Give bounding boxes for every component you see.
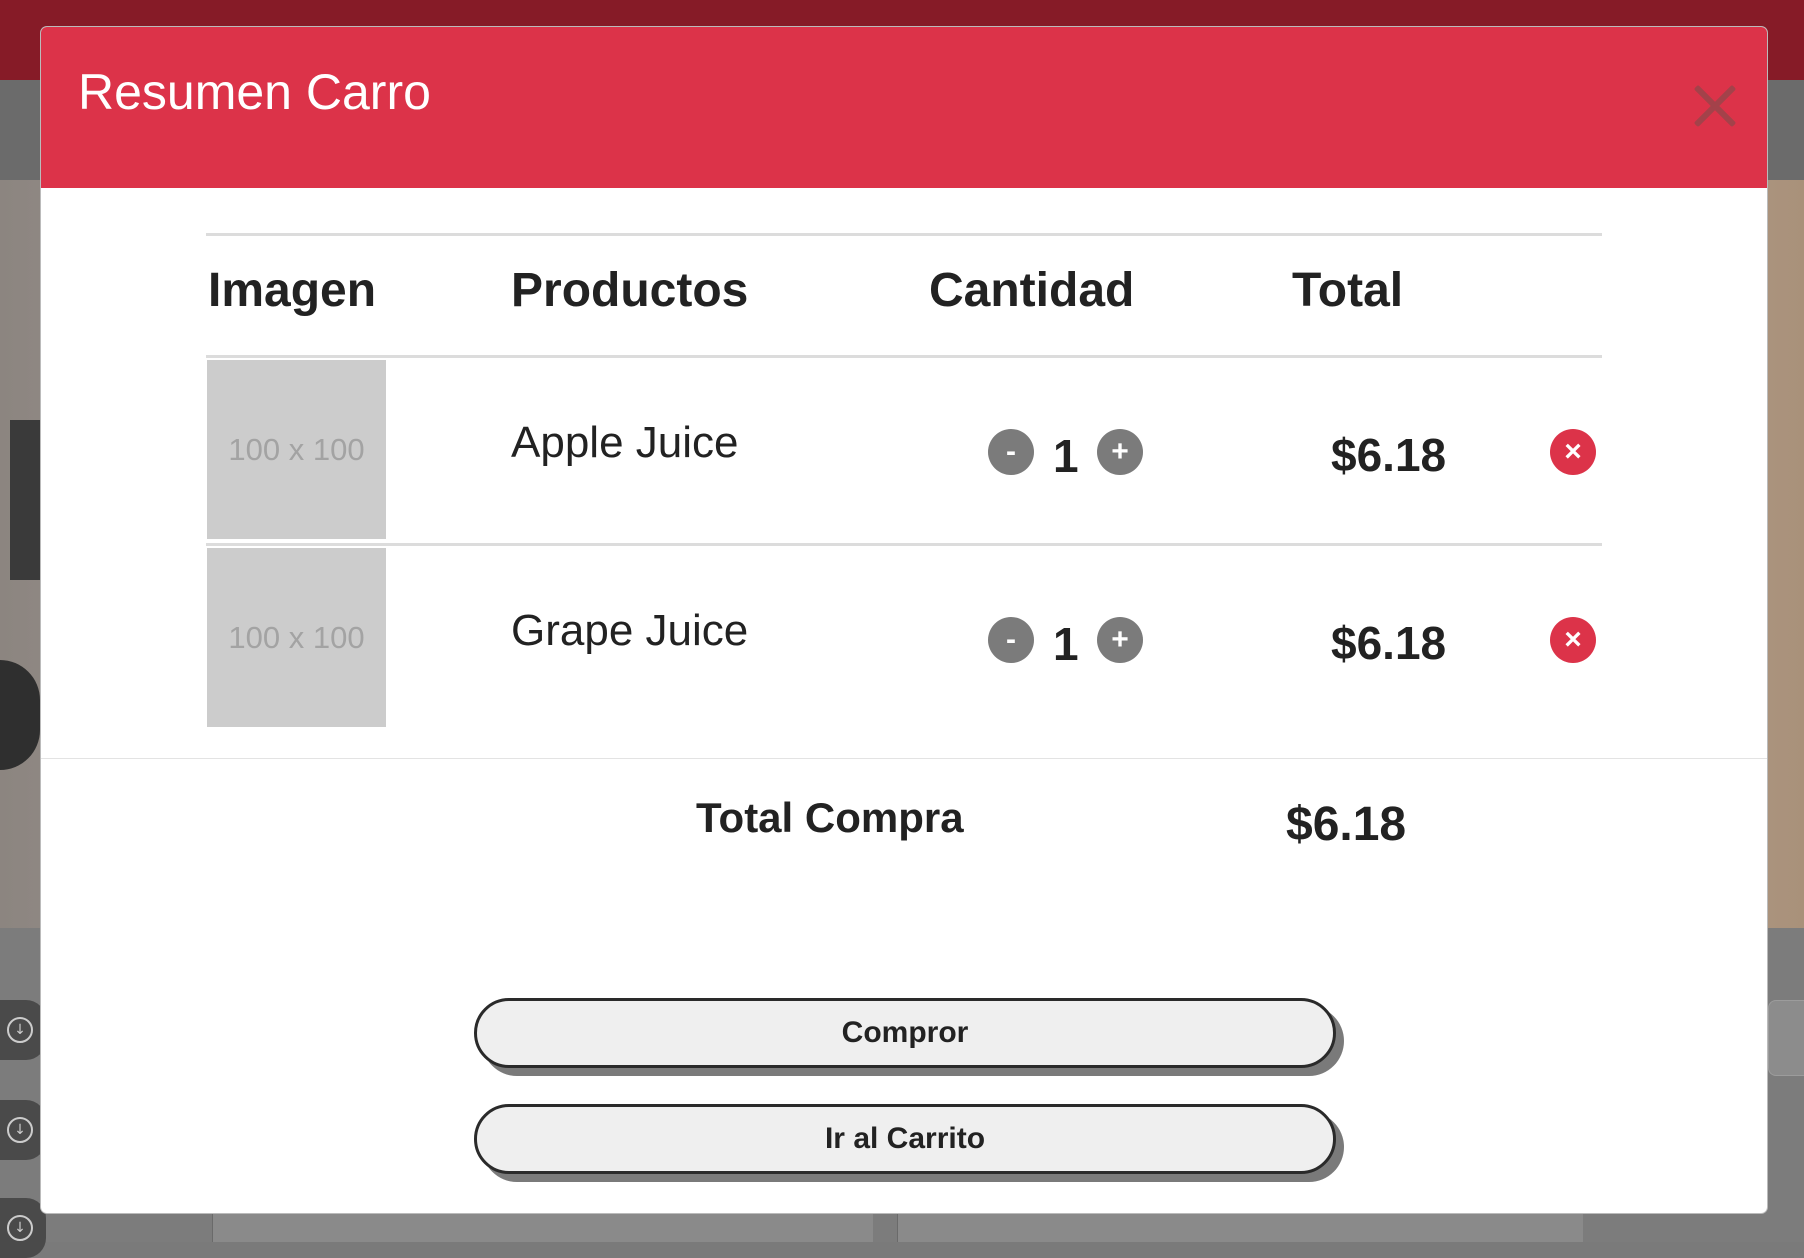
product-name: Apple Juice	[511, 418, 739, 467]
buy-button[interactable]: Compror	[474, 998, 1336, 1068]
cart-summary-modal: Resumen Carro Imagen Productos Cantidad …	[41, 27, 1767, 1213]
table-top-rule	[206, 233, 1602, 236]
row-total: $6.18	[1331, 617, 1447, 669]
product-image: 100 x 100	[207, 548, 386, 727]
quantity-value: 1	[1053, 430, 1079, 482]
download-icon: ↓	[7, 1117, 33, 1143]
header-total: Total	[1292, 264, 1404, 317]
increment-button[interactable]: +	[1097, 617, 1143, 663]
total-label: Total Compra	[696, 794, 964, 841]
increment-button[interactable]: +	[1097, 429, 1143, 475]
product-name: Grape Juice	[511, 606, 749, 655]
background-product-card	[212, 1212, 873, 1242]
decrement-button[interactable]: -	[988, 617, 1034, 663]
background-download-button: ↓	[0, 1100, 46, 1160]
background-hero-shape	[10, 420, 40, 580]
summary-divider	[41, 758, 1767, 759]
background-product-card	[897, 1212, 1583, 1242]
download-icon: ↓	[7, 1215, 33, 1241]
download-icon: ↓	[7, 1017, 33, 1043]
total-value: $6.18	[1286, 798, 1407, 851]
quantity-value: 1	[1053, 618, 1079, 670]
table-header-rule	[206, 355, 1602, 358]
table-row: 100 x 100 Apple Juice - 1 + $6.18 ×	[206, 360, 1602, 543]
decrement-button[interactable]: -	[988, 429, 1034, 475]
header-image: Imagen	[208, 264, 377, 317]
modal-header: Resumen Carro	[41, 27, 1767, 188]
row-divider	[206, 543, 1602, 546]
modal-title: Resumen Carro	[78, 64, 431, 120]
background-download-button: ↓	[0, 1000, 46, 1060]
header-products: Productos	[511, 264, 749, 317]
row-total: $6.18	[1331, 429, 1447, 481]
remove-item-icon[interactable]: ×	[1550, 429, 1596, 475]
header-quantity: Cantidad	[929, 264, 1135, 317]
remove-item-icon[interactable]: ×	[1550, 617, 1596, 663]
background-download-button: ↓	[0, 1198, 46, 1258]
go-to-cart-button[interactable]: Ir al Carrito	[474, 1104, 1336, 1174]
product-image: 100 x 100	[207, 360, 386, 539]
close-icon[interactable]	[1688, 79, 1742, 133]
background-side-button	[1768, 1000, 1804, 1076]
table-row: 100 x 100 Grape Juice - 1 + $6.18 ×	[206, 548, 1602, 731]
